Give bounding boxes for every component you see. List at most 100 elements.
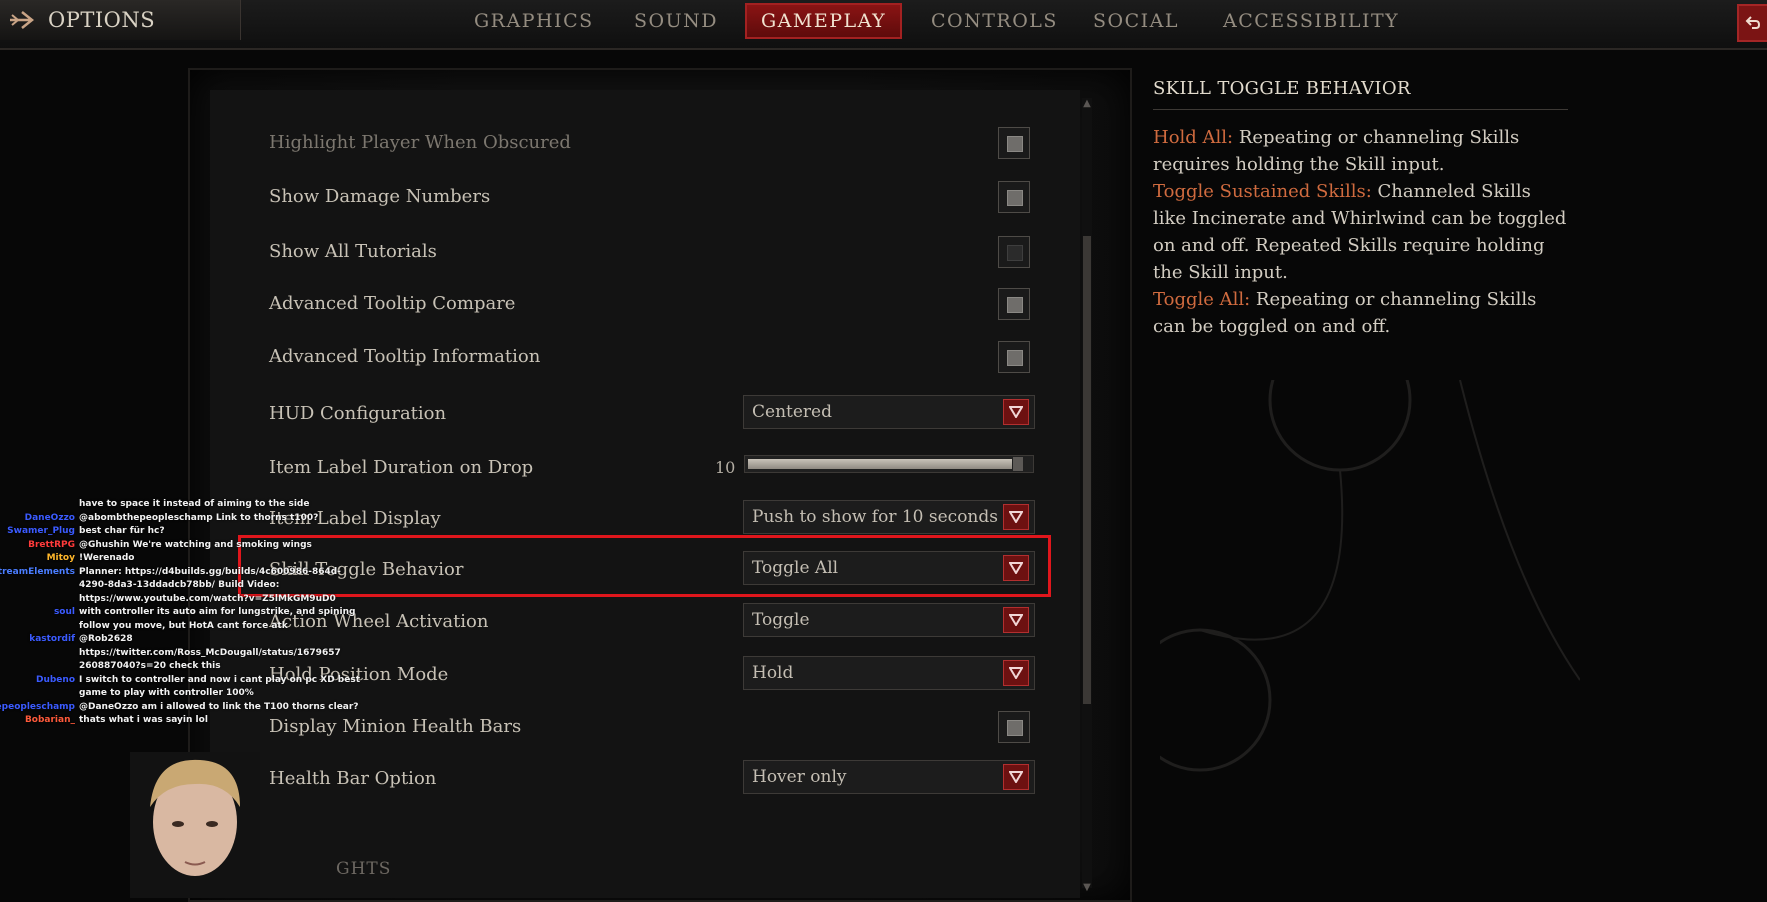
tab-social[interactable]: SOCIAL — [1093, 6, 1179, 36]
chat-username: abombthepeopleschamp — [0, 701, 75, 712]
options-header: OPTIONS — [0, 0, 241, 40]
chat-username: BrettRPG — [28, 539, 75, 550]
scroll-up-icon[interactable]: ▲ — [1080, 98, 1094, 110]
setting-row-item-label-display: Item Label Display Push to show for 10 s… — [269, 500, 1039, 540]
chat-text: 4290-8da3-13ddadcb78bb/ Build Video: — [79, 580, 280, 590]
advanced-tooltip-compare-checkbox[interactable] — [998, 288, 1030, 320]
chat-username: soul — [53, 607, 75, 617]
section-header-partial: GHTS — [336, 859, 392, 879]
chat-text: https://twitter.com/Ross_McDougall/statu… — [79, 647, 341, 658]
action-wheel-activation-dropdown[interactable]: Toggle — [743, 603, 1035, 637]
item-label-display-dropdown[interactable]: Push to show for 10 seconds — [743, 500, 1035, 534]
back-arrow-icon — [1745, 16, 1761, 29]
chat-text: I switch to controller and now i cant pl… — [79, 674, 360, 685]
show-damage-numbers-checkbox[interactable] — [998, 181, 1030, 213]
dropdown-value: Push to show for 10 seconds — [752, 507, 998, 527]
chat-username: Dubeno — [35, 674, 75, 685]
chat-text: follow you move, but HotA cant force atk — [79, 620, 288, 631]
chat-username: Bobarian_ — [24, 715, 75, 725]
webcam-feed — [130, 752, 260, 898]
item-label-duration-slider[interactable] — [744, 455, 1034, 473]
hold-position-mode-dropdown[interactable]: Hold — [743, 656, 1035, 690]
setting-row-advanced-tooltip-compare: Advanced Tooltip Compare — [269, 285, 1039, 325]
chevron-down-icon[interactable] — [1003, 607, 1029, 633]
chat-text: with controller its auto aim for lungstr… — [79, 607, 356, 617]
chevron-down-icon[interactable] — [1003, 660, 1029, 686]
setting-label: HUD Configuration — [269, 403, 447, 424]
chat-text: @DaneOzzo am i allowed to link the T100 … — [79, 701, 359, 712]
dropdown-value: Hover only — [752, 767, 847, 787]
setting-row-display-minion-health-bars: Display Minion Health Bars — [269, 708, 1039, 748]
options-title: OPTIONS — [48, 8, 156, 32]
options-arrow-icon — [10, 11, 35, 29]
chat-text: !Werenado — [79, 553, 135, 563]
tab-controls[interactable]: CONTROLS — [931, 6, 1058, 36]
slider-thumb[interactable] — [1013, 457, 1023, 471]
setting-row-advanced-tooltip-information: Advanced Tooltip Information — [269, 338, 1039, 378]
tab-accessibility[interactable]: ACCESSIBILITY — [1223, 6, 1399, 36]
chat-text: @Rob2628 — [79, 634, 133, 644]
setting-row-highlight-player: Highlight Player When Obscured — [269, 124, 1039, 164]
setting-row-show-damage-numbers: Show Damage Numbers — [269, 178, 1039, 218]
setting-label: Item Label Duration on Drop — [269, 457, 534, 478]
back-button[interactable] — [1737, 4, 1767, 42]
slider-fill — [748, 459, 1012, 469]
description-key: Toggle All: — [1153, 289, 1251, 310]
chevron-down-icon[interactable] — [1003, 504, 1029, 530]
setting-label: Advanced Tooltip Information — [269, 346, 541, 367]
highlight-player-checkbox[interactable] — [998, 127, 1030, 159]
setting-row-hold-position-mode: Hold Position Mode Hold — [269, 656, 1039, 696]
setting-row-hud-configuration: HUD Configuration Centered — [269, 395, 1039, 435]
description-title: SKILL TOGGLE BEHAVIOR — [1153, 78, 1568, 110]
setting-label: Highlight Player When Obscured — [269, 132, 571, 153]
description-key: Toggle Sustained Skills: — [1153, 181, 1372, 202]
chevron-down-icon[interactable] — [1003, 764, 1029, 790]
scroll-down-icon[interactable]: ▼ — [1080, 882, 1094, 894]
dropdown-value: Centered — [752, 402, 832, 422]
setting-label: Show Damage Numbers — [269, 186, 491, 207]
chat-username: kastordif — [29, 634, 75, 644]
chat-username: Swamer_Plug — [7, 526, 75, 536]
description-item-toggle-sustained: Toggle Sustained Skills: Channeled Skill… — [1153, 178, 1568, 286]
chat-text: best char für hc? — [79, 526, 165, 536]
setting-row-show-all-tutorials: Show All Tutorials — [269, 233, 1039, 273]
advanced-tooltip-information-checkbox[interactable] — [998, 341, 1030, 373]
chat-text: game to play with controller 100% — [79, 688, 254, 698]
chat-text: 260887040?s=20 check this — [79, 661, 221, 671]
setting-row-item-label-duration: Item Label Duration on Drop 10 — [269, 449, 1039, 489]
chat-text: Planner: https://d4builds.gg/builds/4c60… — [79, 566, 341, 577]
setting-label: Show All Tutorials — [269, 241, 437, 262]
chat-username: Mitoy — [46, 553, 75, 563]
setting-label: Display Minion Health Bars — [269, 716, 522, 737]
tab-gameplay[interactable]: GAMEPLAY — [745, 3, 903, 39]
chat-text: have to space it instead of aiming to th… — [79, 499, 310, 509]
hud-configuration-dropdown[interactable]: Centered — [743, 395, 1035, 429]
description-item-toggle-all: Toggle All: Repeating or channeling Skil… — [1153, 286, 1568, 340]
chevron-down-icon[interactable] — [1003, 399, 1029, 425]
description-item-hold-all: Hold All: Repeating or channeling Skills… — [1153, 124, 1568, 178]
health-bar-option-dropdown[interactable]: Hover only — [743, 760, 1035, 794]
show-all-tutorials-checkbox[interactable] — [998, 236, 1030, 268]
chat-text: thats what i was sayin lol — [79, 715, 208, 725]
setting-label: Advanced Tooltip Compare — [269, 293, 516, 314]
chat-username: DaneOzzo — [24, 512, 75, 523]
tab-graphics[interactable]: GRAPHICS — [474, 6, 594, 36]
chat-text: @Ghushin We're watching and smoking wing… — [79, 539, 312, 550]
options-top-bar: OPTIONS GRAPHICS SOUND GAMEPLAY CONTROLS… — [0, 0, 1767, 50]
setting-row-action-wheel-activation: Action Wheel Activation Toggle — [269, 603, 1039, 643]
display-minion-health-bars-checkbox[interactable] — [998, 711, 1030, 743]
background-rune-icon — [1160, 380, 1580, 772]
description-panel: SKILL TOGGLE BEHAVIOR Hold All: Repeatin… — [1153, 78, 1568, 340]
chat-text: @abombthepeopleschamp Link to thorns t10… — [79, 512, 319, 523]
setting-row-health-bar-option: Health Bar Option Hover only — [269, 760, 1039, 800]
slider-value: 10 — [715, 458, 736, 477]
setting-label: Health Bar Option — [269, 768, 437, 789]
tab-sound[interactable]: SOUND — [634, 6, 718, 36]
highlight-outline — [238, 535, 1051, 597]
chat-username: StreamElements — [0, 566, 75, 577]
dropdown-value: Hold — [752, 663, 794, 683]
streamer-image — [130, 752, 260, 898]
description-key: Hold All: — [1153, 127, 1234, 148]
dropdown-value: Toggle — [752, 610, 810, 630]
scrollbar-thumb[interactable] — [1083, 236, 1091, 704]
